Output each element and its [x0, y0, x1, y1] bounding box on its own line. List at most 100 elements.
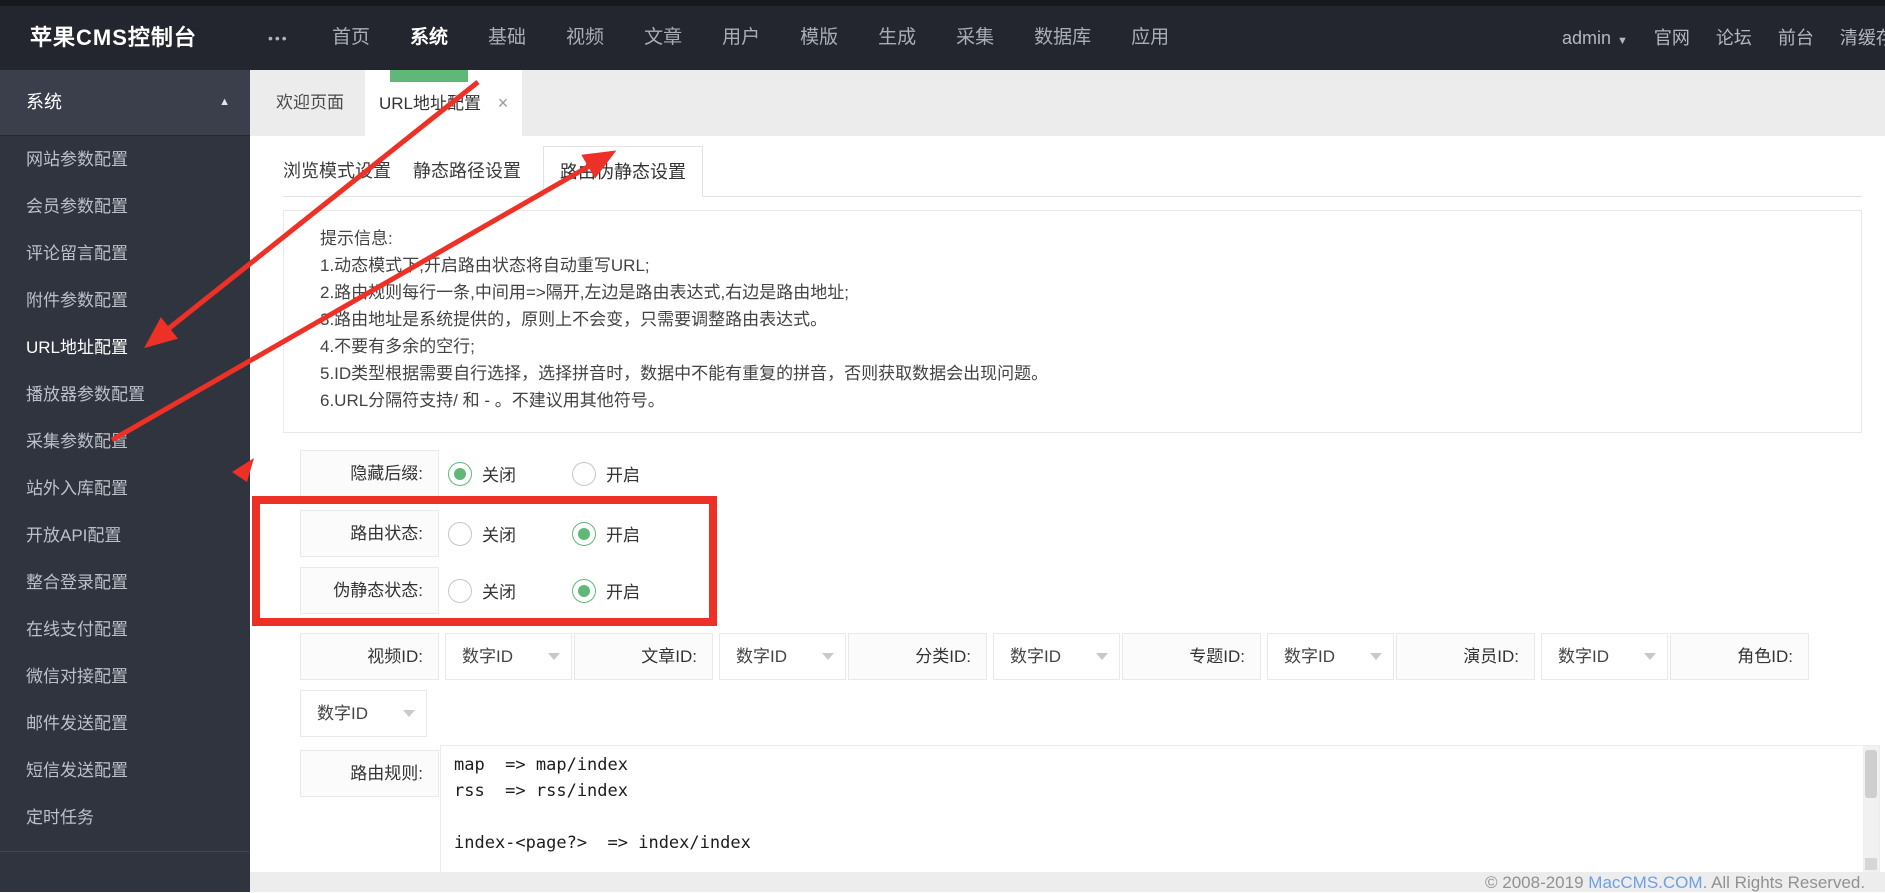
- sidebar-item-collect-params[interactable]: 采集参数配置: [0, 418, 250, 465]
- sidebar-item-sms[interactable]: 短信发送配置: [0, 747, 250, 794]
- link-frontend[interactable]: 前台: [1778, 6, 1814, 70]
- group-role-id: 角色ID:: [1670, 633, 1809, 680]
- hide-suffix-on-radio[interactable]: 开启: [572, 461, 640, 486]
- radio-unchecked-icon[interactable]: [572, 461, 596, 486]
- dropdown-arrow-icon: [1644, 653, 1656, 660]
- actor-id-select[interactable]: 数字ID: [1541, 633, 1668, 680]
- nav-overflow-dots-icon[interactable]: •••: [268, 6, 289, 70]
- tips-box: 提示信息: 1.动态模式下,开启路由状态将自动重写URL; 2.路由规则每行一条…: [283, 210, 1862, 433]
- dropdown-arrow-icon: [1370, 653, 1382, 660]
- radio-checked-icon[interactable]: [572, 521, 596, 546]
- user-menu[interactable]: admin ▼: [1562, 6, 1628, 70]
- close-icon[interactable]: ×: [498, 93, 509, 113]
- nav-item-database[interactable]: 数据库: [1014, 6, 1111, 70]
- route-rules-textarea[interactable]: map => map/index rss => rss/index index-…: [440, 745, 1880, 873]
- radio-checked-icon[interactable]: [572, 578, 596, 603]
- route-status-off-radio[interactable]: 关闭: [448, 521, 516, 546]
- sidebar-bottom-divider: [0, 851, 250, 892]
- nav-item-video[interactable]: 视频: [546, 6, 624, 70]
- tips-title: 提示信息:: [320, 229, 393, 248]
- topic-id-select[interactable]: 数字ID: [1267, 633, 1394, 680]
- group-topic-id: 专题ID: 数字ID: [1122, 633, 1394, 680]
- link-clear-cache[interactable]: 清缓存: [1840, 6, 1885, 70]
- sidebar-item-comment-config[interactable]: 评论留言配置: [0, 230, 250, 277]
- nav-item-article[interactable]: 文章: [624, 6, 702, 70]
- video-id-select[interactable]: 数字ID: [445, 633, 572, 680]
- sidebar-item-email[interactable]: 邮件发送配置: [0, 700, 250, 747]
- role-id-label: 角色ID:: [1670, 633, 1809, 680]
- nav-item-app[interactable]: 应用: [1111, 6, 1189, 70]
- sidebar-item-attachment-params[interactable]: 附件参数配置: [0, 277, 250, 324]
- sidebar-item-cron[interactable]: 定时任务: [0, 794, 250, 841]
- route-status-on-radio[interactable]: 开启: [572, 521, 640, 546]
- tip-line-2: 2.路由规则每行一条,中间用=>隔开,左边是路由表达式,右边是路由地址;: [320, 283, 849, 302]
- select-value: 数字ID: [317, 704, 368, 723]
- subtab-browse-mode[interactable]: 浏览模式设置: [283, 146, 391, 196]
- hide-suffix-off-radio[interactable]: 关闭: [448, 461, 516, 486]
- scrollbar-thumb[interactable]: [1865, 750, 1877, 798]
- rewrite-status-off-radio[interactable]: 关闭: [448, 578, 516, 603]
- group-actor-id: 演员ID: 数字ID: [1396, 633, 1668, 680]
- link-forum[interactable]: 论坛: [1716, 6, 1752, 70]
- active-nav-underline: [390, 70, 468, 82]
- nav-item-template[interactable]: 模版: [780, 6, 858, 70]
- route-rules-label: 路由规则:: [300, 750, 439, 797]
- tip-line-1: 1.动态模式下,开启路由状态将自动重写URL;: [320, 256, 650, 275]
- article-id-select[interactable]: 数字ID: [719, 633, 846, 680]
- scrollbar-track[interactable]: [1863, 746, 1879, 872]
- sidebar-item-wechat[interactable]: 微信对接配置: [0, 653, 250, 700]
- subtab-static-path[interactable]: 静态路径设置: [413, 146, 521, 196]
- group-role-id-select-wrapped: 数字ID: [300, 690, 427, 737]
- sidebar-item-open-api[interactable]: 开放API配置: [0, 512, 250, 559]
- sidebar-group-system[interactable]: 系统 ▲: [0, 70, 250, 136]
- maccms-link[interactable]: MacCMS.COM: [1588, 873, 1702, 892]
- nav-item-collect[interactable]: 采集: [936, 6, 1014, 70]
- footer-bar: © 2008-2019 MacCMS.COM. All Rights Reser…: [250, 872, 1885, 892]
- dropdown-arrow-icon: [822, 653, 834, 660]
- role-id-select[interactable]: 数字ID: [300, 690, 427, 737]
- tab-url-config-label: URL地址配置: [379, 94, 482, 113]
- sidebar-item-url-config[interactable]: URL地址配置: [0, 324, 250, 371]
- category-id-select[interactable]: 数字ID: [993, 633, 1120, 680]
- route-rules-value[interactable]: map => map/index rss => rss/index index-…: [441, 746, 1861, 872]
- nav-item-system[interactable]: 系统: [390, 6, 468, 70]
- hide-suffix-label: 隐藏后缀:: [300, 450, 439, 497]
- sidebar-item-oauth-login[interactable]: 整合登录配置: [0, 559, 250, 606]
- row-route-rules: 路由规则:: [300, 750, 439, 797]
- subtab-route-rewrite[interactable]: 路由伪静态设置: [543, 146, 703, 197]
- nav-item-user[interactable]: 用户: [702, 6, 780, 70]
- nav-item-home[interactable]: 首页: [312, 6, 390, 70]
- copyright-text: © 2008-2019 MacCMS.COM. All Rights Reser…: [1485, 872, 1865, 893]
- app-logo: 苹果CMS控制台: [30, 25, 197, 50]
- main-nav: 首页 系统 基础 视频 文章 用户 模版 生成 采集 数据库 应用: [312, 6, 1189, 70]
- tab-welcome[interactable]: 欢迎页面: [255, 70, 365, 136]
- topbar-right-links: admin ▼ 官网 论坛 前台 清缓存: [1562, 6, 1885, 70]
- radio-checked-icon[interactable]: [448, 461, 472, 486]
- sidebar-item-external-storage[interactable]: 站外入库配置: [0, 465, 250, 512]
- radio-unchecked-icon[interactable]: [448, 578, 472, 603]
- category-id-label: 分类ID:: [848, 633, 987, 680]
- link-official-site[interactable]: 官网: [1654, 6, 1690, 70]
- article-id-label: 文章ID:: [574, 633, 713, 680]
- actor-id-label: 演员ID:: [1396, 633, 1535, 680]
- sidebar: 系统 ▲ 网站参数配置 会员参数配置 评论留言配置 附件参数配置 URL地址配置…: [0, 70, 250, 892]
- row-rewrite-status: 伪静态状态: 关闭 开启: [300, 567, 640, 614]
- username: admin: [1562, 28, 1612, 48]
- page-tabstrip: 欢迎页面 URL地址配置 ×: [250, 70, 1885, 136]
- rewrite-status-on-radio[interactable]: 开启: [572, 578, 640, 603]
- top-navbar: 苹果CMS控制台 ••• 首页 系统 基础 视频 文章 用户 模版 生成 采集 …: [0, 0, 1885, 70]
- sidebar-item-player-params[interactable]: 播放器参数配置: [0, 371, 250, 418]
- dropdown-arrow-icon: [548, 653, 560, 660]
- nav-item-generate[interactable]: 生成: [858, 6, 936, 70]
- sidebar-item-online-payment[interactable]: 在线支付配置: [0, 606, 250, 653]
- sidebar-item-site-params[interactable]: 网站参数配置: [0, 136, 250, 183]
- nav-item-base[interactable]: 基础: [468, 6, 546, 70]
- chevron-down-icon: ▼: [1617, 35, 1628, 47]
- topic-id-label: 专题ID:: [1122, 633, 1261, 680]
- scrollbar-end-button[interactable]: [1865, 858, 1877, 870]
- row-route-status: 路由状态: 关闭 开启: [300, 510, 640, 557]
- radio-unchecked-icon[interactable]: [448, 521, 472, 546]
- sidebar-item-member-params[interactable]: 会员参数配置: [0, 183, 250, 230]
- select-value: 数字ID: [1010, 647, 1061, 666]
- copyright-prefix: © 2008-2019: [1485, 873, 1589, 892]
